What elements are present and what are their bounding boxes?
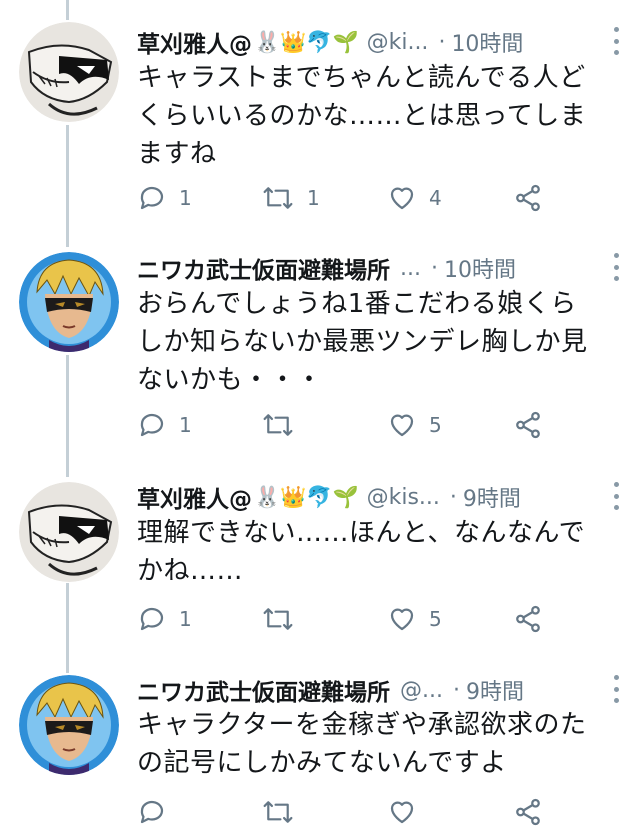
blonde-masked-avatar-icon bbox=[19, 252, 119, 352]
separator-dot: · bbox=[452, 677, 460, 703]
like-button[interactable]: 4 bbox=[387, 178, 442, 218]
tweet-text-line: ますね bbox=[137, 139, 217, 169]
share-button[interactable] bbox=[513, 178, 543, 218]
user-handle[interactable]: @... bbox=[400, 678, 443, 703]
tweet[interactable]: ニワカ武士仮面避難場所 ... · 10時間 おらんでしょうね1番こだわる娘くら… bbox=[0, 240, 640, 470]
retweet-icon bbox=[263, 608, 293, 630]
user-handle[interactable]: @kis... bbox=[367, 485, 440, 510]
more-options-icon[interactable] bbox=[614, 675, 620, 703]
share-button[interactable] bbox=[513, 599, 543, 639]
tweet-text: 理解できない……ほんと、なんなんで かね…… bbox=[137, 514, 627, 590]
tweet-header: ニワカ武士仮面避難場所 @... · 9時間 bbox=[137, 673, 620, 707]
retweet-icon bbox=[263, 187, 293, 209]
tweet-text-line: ないかも・・・ bbox=[137, 365, 323, 395]
action-bar bbox=[137, 792, 607, 832]
action-bar: 1 1 4 bbox=[137, 178, 607, 218]
tweet-text-line: くらいいるのかな……とは思ってしま bbox=[137, 101, 587, 131]
heart-icon bbox=[390, 414, 414, 437]
share-icon bbox=[516, 411, 540, 439]
avatar[interactable] bbox=[19, 252, 119, 352]
avatar[interactable] bbox=[19, 482, 119, 582]
like-count: 4 bbox=[429, 186, 442, 210]
share-button[interactable] bbox=[513, 792, 543, 832]
avatar[interactable] bbox=[19, 675, 119, 775]
more-options-icon[interactable] bbox=[614, 253, 620, 281]
avatar[interactable] bbox=[19, 22, 119, 122]
retweet-button[interactable] bbox=[261, 599, 307, 639]
reply-button[interactable]: 1 bbox=[137, 178, 192, 218]
tweet-text-line: おらんでしょうね1番こだわる娘くら bbox=[137, 289, 577, 319]
tweet-header: ニワカ武士仮面避難場所 ... · 10時間 bbox=[137, 251, 620, 285]
more-options-icon[interactable] bbox=[614, 27, 620, 55]
tweet-text-line: キャラクターを金稼ぎや承認欲求のた bbox=[137, 710, 587, 740]
retweet-count: 1 bbox=[307, 186, 320, 210]
tweet-text-line: しか知らないか最悪ツンデレ胸しか見 bbox=[137, 327, 588, 357]
separator-dot: · bbox=[430, 255, 438, 281]
separator-dot: · bbox=[449, 484, 457, 510]
timestamp[interactable]: 10時間 bbox=[451, 26, 523, 58]
timestamp[interactable]: 9時間 bbox=[466, 674, 524, 706]
tweet-header: 草刈雅人@ 🐰👑🐬🌱 @ki... · 10時間 bbox=[137, 25, 620, 59]
tweet-text-line: 理解できない……ほんと、なんなんで bbox=[137, 518, 586, 548]
retweet-button[interactable] bbox=[261, 792, 295, 832]
retweet-button[interactable] bbox=[261, 405, 307, 445]
tweet-text-line: かね…… bbox=[137, 556, 244, 586]
tweet-header: 草刈雅人@ 🐰👑🐬🌱 @kis... · 9時間 bbox=[137, 480, 620, 514]
action-bar: 1 5 bbox=[137, 599, 607, 639]
reply-count: 1 bbox=[179, 413, 192, 437]
display-name[interactable]: 草刈雅人@ bbox=[137, 480, 252, 514]
share-button[interactable] bbox=[513, 405, 543, 445]
reply-count: 1 bbox=[179, 186, 192, 210]
like-button[interactable]: 5 bbox=[387, 599, 442, 639]
heart-icon bbox=[390, 187, 414, 210]
share-icon bbox=[516, 605, 540, 633]
reply-button[interactable]: 1 bbox=[137, 599, 192, 639]
timestamp[interactable]: 10時間 bbox=[444, 252, 516, 284]
reply-button[interactable] bbox=[137, 792, 167, 832]
name-emojis: 🐰👑🐬🌱 bbox=[254, 29, 359, 54]
user-handle[interactable]: @ki... bbox=[367, 30, 429, 55]
tweet[interactable]: ニワカ武士仮面避難場所 @... · 9時間 キャラクターを金稼ぎや承認欲求のた… bbox=[0, 670, 640, 826]
tweet-text-line: キャラストまでちゃんと読んでる人ど bbox=[137, 63, 586, 93]
retweet-icon bbox=[263, 414, 293, 436]
share-icon bbox=[516, 184, 540, 212]
display-name[interactable]: 草刈雅人@ bbox=[137, 25, 252, 59]
like-count: 5 bbox=[429, 607, 442, 631]
display-name[interactable]: ニワカ武士仮面避難場所 bbox=[137, 251, 390, 285]
tweet[interactable]: 草刈雅人@ 🐰👑🐬🌱 @kis... · 9時間 理解できない……ほんと、なんな… bbox=[0, 470, 640, 670]
separator-dot: · bbox=[438, 29, 446, 55]
heart-icon bbox=[390, 608, 414, 631]
action-bar: 1 5 bbox=[137, 405, 607, 445]
monochrome-masked-avatar-icon bbox=[19, 22, 119, 122]
tweet-text: キャラストまでちゃんと読んでる人ど くらいいるのかな……とは思ってしま ますね bbox=[137, 59, 627, 173]
tweet[interactable]: 草刈雅人@ 🐰👑🐬🌱 @ki... · 10時間 キャラストまでちゃんと読んでる… bbox=[0, 0, 640, 240]
monochrome-masked-avatar-icon bbox=[19, 482, 119, 582]
user-handle[interactable]: ... bbox=[400, 256, 421, 281]
timestamp[interactable]: 9時間 bbox=[463, 481, 521, 513]
retweet-button[interactable]: 1 bbox=[261, 178, 320, 218]
like-button[interactable]: 5 bbox=[387, 405, 442, 445]
like-count: 5 bbox=[429, 413, 442, 437]
reply-icon bbox=[140, 607, 164, 631]
blonde-masked-avatar-icon bbox=[19, 675, 119, 775]
more-options-icon[interactable] bbox=[614, 482, 620, 510]
like-button[interactable] bbox=[387, 792, 417, 832]
name-emojis: 🐰👑🐬🌱 bbox=[254, 484, 359, 509]
display-name[interactable]: ニワカ武士仮面避難場所 bbox=[137, 673, 390, 707]
tweet-text-line: の記号にしかみてないんですよ bbox=[137, 748, 507, 778]
reply-button[interactable]: 1 bbox=[137, 405, 192, 445]
reply-icon bbox=[140, 413, 164, 437]
tweet-text: キャラクターを金稼ぎや承認欲求のた の記号にしかみてないんですよ bbox=[137, 706, 627, 782]
reply-count: 1 bbox=[179, 607, 192, 631]
tweet-text: おらんでしょうね1番こだわる娘くら しか知らないか最悪ツンデレ胸しか見 ないかも… bbox=[137, 285, 627, 399]
reply-icon bbox=[140, 186, 164, 210]
